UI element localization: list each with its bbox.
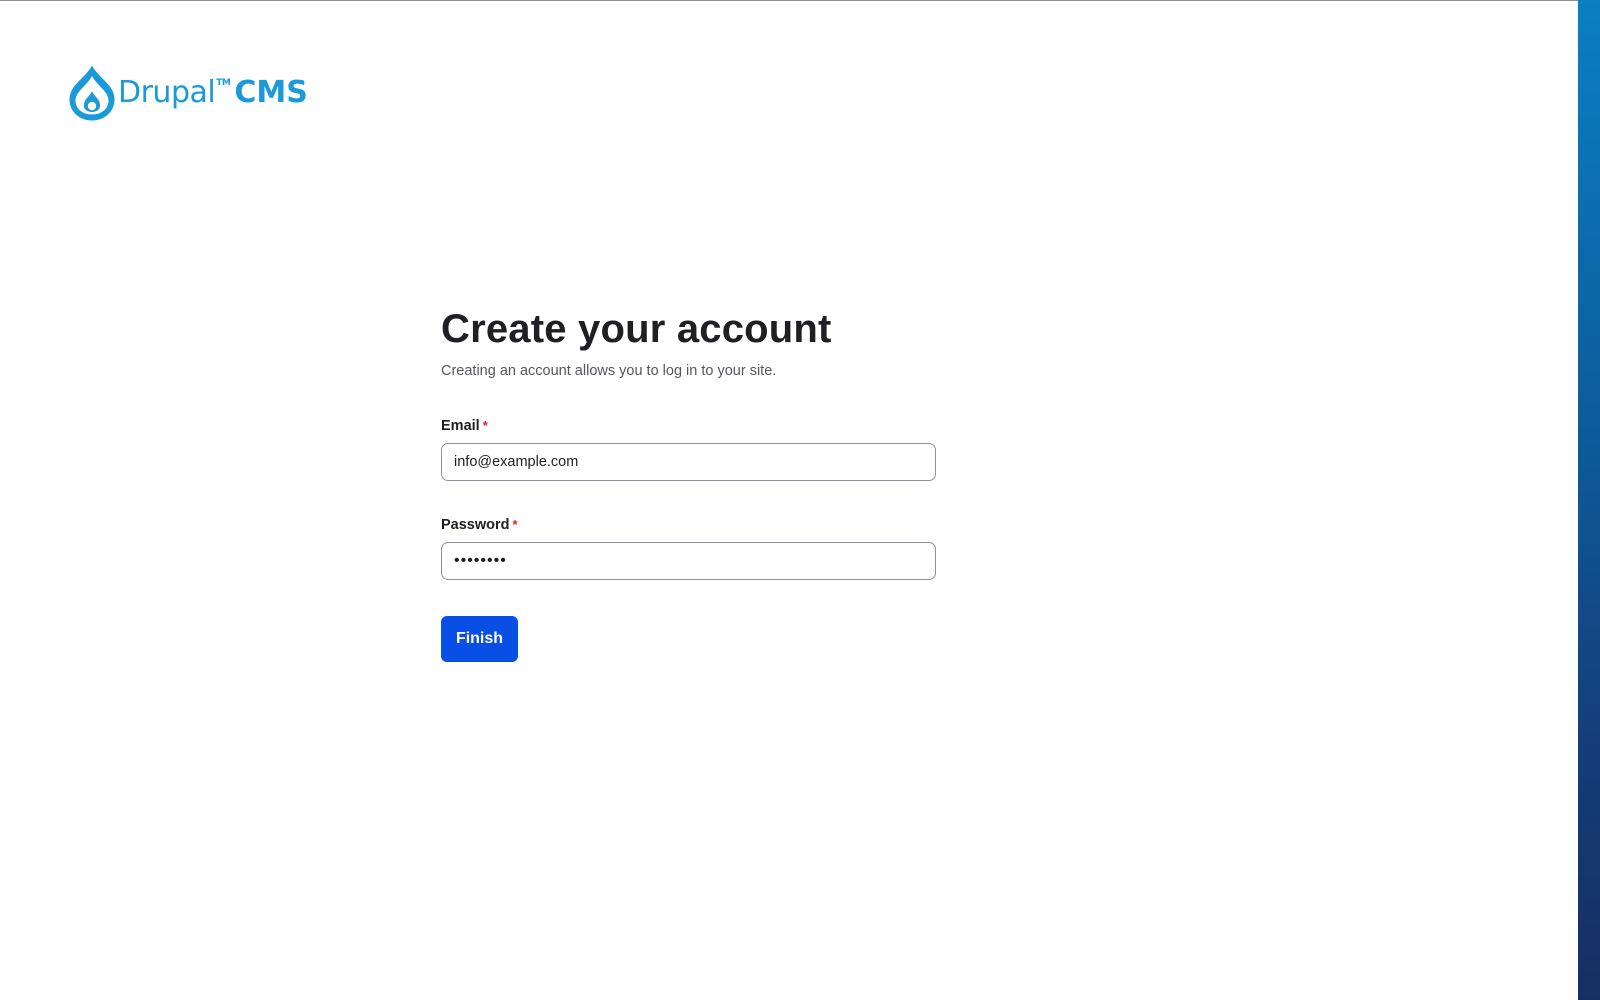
logo-brand-name: Drupal [118,75,216,110]
side-gradient-stripe [1578,0,1600,1000]
required-marker: * [512,516,518,532]
top-divider [0,0,1578,1]
logo-product-name: CMS [234,75,308,110]
logo-trademark: TM [216,78,231,88]
email-field[interactable] [441,442,936,481]
password-field[interactable] [441,541,936,580]
email-label-row: Email * [441,417,936,436]
installer-page: Drupal TM CMS Create your account Creati… [0,0,1600,1000]
create-account-form: Create your account Creating an account … [441,306,936,662]
password-label-row: Password * [441,516,936,535]
email-label: Email [441,417,480,434]
drupal-cms-logo: Drupal TM CMS [68,64,308,122]
drupal-drop-icon [69,65,115,121]
page-title: Create your account [441,307,832,351]
password-label: Password [441,516,510,533]
email-field-group: Email * [441,417,936,481]
finish-button[interactable]: Finish [441,615,518,662]
page-subtitle: Creating an account allows you to log in… [441,363,777,379]
logo-wordmark: Drupal TM CMS [118,78,308,108]
required-marker: * [482,417,488,433]
password-field-group: Password * [441,516,936,580]
